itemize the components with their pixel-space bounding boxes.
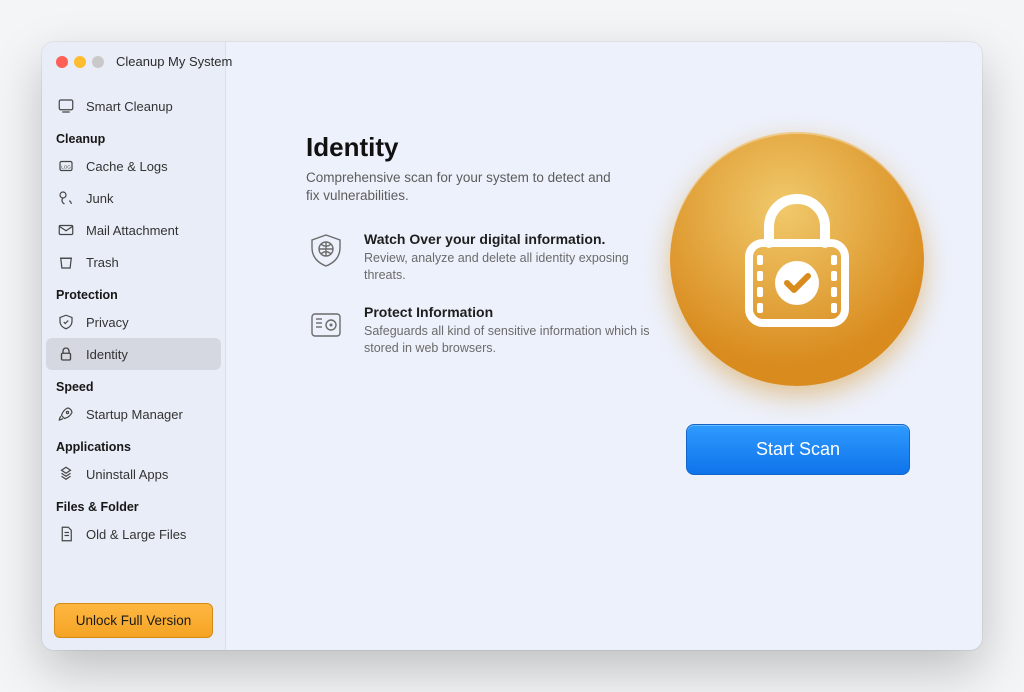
sidebar-item-label: Mail Attachment xyxy=(86,223,179,238)
sidebar-footer: Unlock Full Version xyxy=(42,591,225,650)
feature-title: Protect Information xyxy=(364,304,664,320)
sidebar-section-header: Files & Folder xyxy=(46,490,221,518)
page-subtitle: Comprehensive scan for your system to de… xyxy=(306,169,626,205)
sidebar-item-identity[interactable]: Identity xyxy=(46,338,221,370)
sidebar-item-label: Identity xyxy=(86,347,128,362)
feature-description: Review, analyze and delete all identity … xyxy=(364,250,664,284)
shield-globe-icon xyxy=(306,231,346,271)
sidebar-item-uninstall-apps[interactable]: Uninstall Apps xyxy=(46,458,221,490)
sidebar-item-label: Uninstall Apps xyxy=(86,467,168,482)
sidebar-item-label: Privacy xyxy=(86,315,129,330)
window-controls xyxy=(56,56,104,68)
shield-check-icon xyxy=(56,312,76,332)
lock-icon xyxy=(56,344,76,364)
feature-item: Protect Information Safeguards all kind … xyxy=(306,304,706,357)
sidebar-item-label: Junk xyxy=(86,191,113,206)
safe-lock-icon xyxy=(306,304,346,344)
close-window-button[interactable] xyxy=(56,56,68,68)
feature-title: Watch Over your digital information. xyxy=(364,231,664,247)
sidebar-item-junk[interactable]: Junk xyxy=(46,182,221,214)
feature-item: Watch Over your digital information. Rev… xyxy=(306,231,706,284)
sidebar-item-label: Trash xyxy=(86,255,119,270)
app-icon xyxy=(56,464,76,484)
feature-list: Watch Over your digital information. Rev… xyxy=(306,231,706,357)
sidebar-item-label: Smart Cleanup xyxy=(86,99,173,114)
sidebar-section-header: Applications xyxy=(46,430,221,458)
sidebar-item-mail-attachment[interactable]: Mail Attachment xyxy=(46,214,221,246)
main-content: Identity Comprehensive scan for your sys… xyxy=(226,42,982,650)
hero-lock-badge-icon xyxy=(670,132,924,386)
sidebar-item-label: Cache & Logs xyxy=(86,159,168,174)
sidebar-item-label: Startup Manager xyxy=(86,407,183,422)
sidebar-item-privacy[interactable]: Privacy xyxy=(46,306,221,338)
sidebar-section-header: Speed xyxy=(46,370,221,398)
sidebar-item-cache-logs[interactable]: LOG Cache & Logs xyxy=(46,150,221,182)
sidebar: Smart Cleanup Cleanup LOG Cache & Logs J… xyxy=(42,42,226,650)
sidebar-section-header: Protection xyxy=(46,278,221,306)
sidebar-item-label: Old & Large Files xyxy=(86,527,186,542)
mail-icon xyxy=(56,220,76,240)
sidebar-item-startup-manager[interactable]: Startup Manager xyxy=(46,398,221,430)
file-icon xyxy=(56,524,76,544)
log-icon: LOG xyxy=(56,156,76,176)
svg-text:LOG: LOG xyxy=(61,164,71,169)
app-title: Cleanup My System xyxy=(116,54,232,69)
unlock-full-version-button[interactable]: Unlock Full Version xyxy=(54,603,213,638)
sidebar-section-header: Cleanup xyxy=(46,122,221,150)
sidebar-list: Smart Cleanup Cleanup LOG Cache & Logs J… xyxy=(42,90,225,591)
maximize-window-button[interactable] xyxy=(92,56,104,68)
titlebar: Cleanup My System xyxy=(56,54,232,69)
sidebar-item-old-large-files[interactable]: Old & Large Files xyxy=(46,518,221,550)
rocket-icon xyxy=(56,404,76,424)
feature-description: Safeguards all kind of sensitive informa… xyxy=(364,323,664,357)
monitor-icon xyxy=(56,96,76,116)
start-scan-button[interactable]: Start Scan xyxy=(686,424,910,475)
trash-icon xyxy=(56,252,76,272)
footprint-icon xyxy=(56,188,76,208)
sidebar-item-trash[interactable]: Trash xyxy=(46,246,221,278)
sidebar-item-smart-cleanup[interactable]: Smart Cleanup xyxy=(46,90,221,122)
app-window: Cleanup My System Smart Cleanup Cleanup … xyxy=(42,42,982,650)
minimize-window-button[interactable] xyxy=(74,56,86,68)
